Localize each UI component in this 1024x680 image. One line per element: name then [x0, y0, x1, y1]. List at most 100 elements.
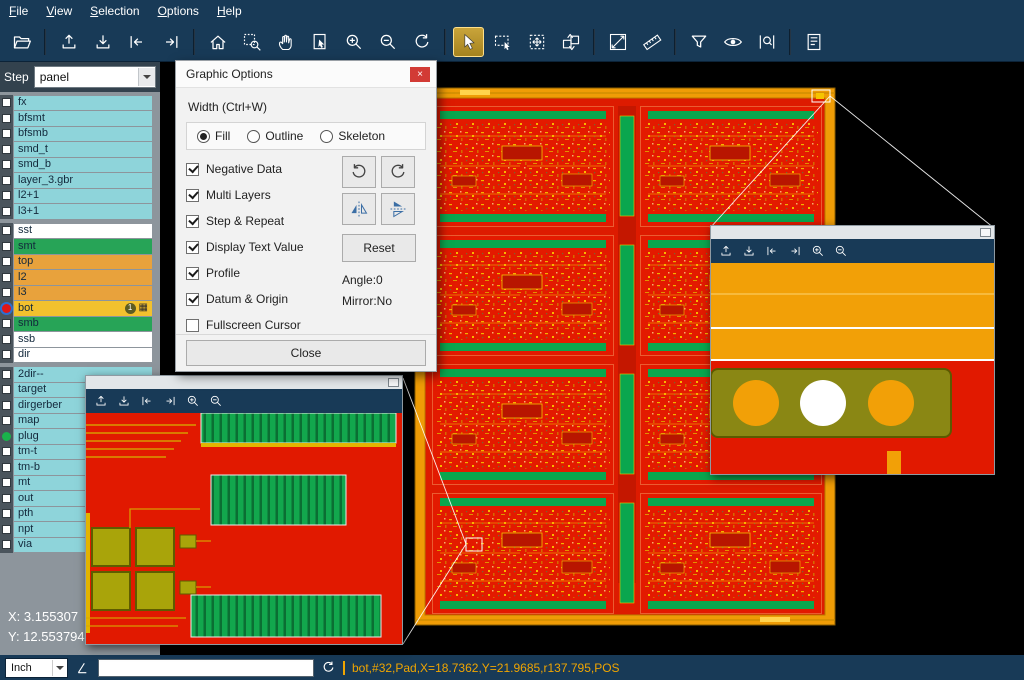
- rotate-cw-button[interactable]: [342, 156, 376, 188]
- rotate-ccw-button[interactable]: [381, 156, 415, 188]
- layer-row-dir[interactable]: dir: [0, 347, 160, 363]
- reset-button[interactable]: Reset: [342, 234, 416, 262]
- prev-step-icon[interactable]: [138, 392, 156, 410]
- layer-visibility-checkbox[interactable]: [0, 285, 13, 301]
- radio-outline[interactable]: Outline: [247, 129, 303, 143]
- layer-visibility-checkbox[interactable]: [0, 398, 13, 414]
- layer-visibility-checkbox[interactable]: [0, 239, 13, 255]
- ruler-icon[interactable]: [636, 27, 667, 57]
- import-step-down-icon[interactable]: [740, 242, 758, 260]
- window-collapse-icon[interactable]: [388, 378, 399, 387]
- highlight-view-icon[interactable]: [717, 27, 748, 57]
- marquee-select-icon[interactable]: [487, 27, 518, 57]
- magnifier-window-2[interactable]: [710, 225, 995, 475]
- layer-row-ssb[interactable]: ssb: [0, 332, 160, 348]
- move-selection-icon[interactable]: [521, 27, 552, 57]
- layer-row-fx[interactable]: fx: [0, 95, 160, 111]
- export-step-up-icon[interactable]: [92, 392, 110, 410]
- magnifier-2-title-bar[interactable]: [711, 226, 994, 239]
- menu-selection[interactable]: Selection: [81, 1, 148, 21]
- magnifier-2-view[interactable]: [711, 263, 994, 474]
- command-input[interactable]: [98, 659, 314, 677]
- grid-icon[interactable]: ▦: [139, 303, 148, 313]
- mirror-horizontal-button[interactable]: [342, 193, 376, 225]
- filter-icon[interactable]: [683, 27, 714, 57]
- refresh-icon[interactable]: [321, 660, 336, 675]
- layer-row-l2-1[interactable]: l2+1: [0, 188, 160, 204]
- layer-row-l2[interactable]: l2: [0, 270, 160, 286]
- layer-row-smd-b[interactable]: smd_b: [0, 157, 160, 173]
- pan-hand-icon[interactable]: [270, 27, 301, 57]
- close-button[interactable]: Close: [186, 340, 426, 366]
- menu-options[interactable]: Options: [149, 1, 208, 21]
- layer-visibility-checkbox[interactable]: [0, 254, 13, 270]
- export-step-up-icon[interactable]: [717, 242, 735, 260]
- home-view-icon[interactable]: [202, 27, 233, 57]
- mirror-vertical-button[interactable]: [381, 193, 415, 225]
- checkbox-profile[interactable]: Profile: [186, 260, 342, 286]
- layer-row-bfsmb[interactable]: bfsmb: [0, 126, 160, 142]
- layer-visibility-checkbox[interactable]: [0, 316, 13, 332]
- layer-visibility-checkbox[interactable]: [0, 270, 13, 286]
- layer-row-l3[interactable]: l3: [0, 285, 160, 301]
- chevron-down-icon[interactable]: [52, 660, 67, 676]
- close-icon[interactable]: ×: [410, 67, 430, 82]
- layer-visibility-checkbox[interactable]: [0, 491, 13, 507]
- layer-row-l3-1[interactable]: l3+1: [0, 204, 160, 220]
- layer-row-smt[interactable]: smt: [0, 239, 160, 255]
- layer-visibility-checkbox[interactable]: [0, 522, 13, 538]
- checkbox-negative-data[interactable]: Negative Data: [186, 156, 342, 182]
- layer-visibility-checkbox[interactable]: [0, 157, 13, 173]
- zoom-in-icon[interactable]: [338, 27, 369, 57]
- layer-visibility-checkbox[interactable]: [0, 126, 13, 142]
- layer-row-smd-t[interactable]: smd_t: [0, 142, 160, 158]
- layer-row-bfsmt[interactable]: bfsmt: [0, 111, 160, 127]
- layer-row-smb[interactable]: smb: [0, 316, 160, 332]
- prev-step-icon[interactable]: [763, 242, 781, 260]
- import-step-down-icon[interactable]: [87, 27, 118, 57]
- checkbox-display-text-value[interactable]: Display Text Value: [186, 234, 342, 260]
- select-sheet-icon[interactable]: [304, 27, 335, 57]
- report-icon[interactable]: [798, 27, 829, 57]
- magnifier-1-title-bar[interactable]: [86, 376, 402, 389]
- next-step-icon[interactable]: [155, 27, 186, 57]
- radio-skeleton[interactable]: Skeleton: [320, 129, 385, 143]
- layer-visibility-checkbox[interactable]: [0, 347, 13, 363]
- checkbox-datum-origin[interactable]: Datum & Origin: [186, 286, 342, 312]
- zoom-window-icon[interactable]: [236, 27, 267, 57]
- export-step-up-icon[interactable]: [53, 27, 84, 57]
- dialog-title-bar[interactable]: Graphic Options ×: [176, 61, 436, 88]
- layer-visibility-checkbox[interactable]: [0, 413, 13, 429]
- next-step-icon[interactable]: [786, 242, 804, 260]
- layer-visibility-checkbox[interactable]: [0, 142, 13, 158]
- zoom-in-icon[interactable]: [184, 392, 202, 410]
- layer-visibility-checkbox[interactable]: [0, 332, 13, 348]
- open-file-icon[interactable]: [6, 27, 37, 57]
- snap-angle-icon[interactable]: [75, 660, 91, 676]
- layer-visibility-checkbox[interactable]: [0, 95, 13, 111]
- chevron-down-icon[interactable]: [138, 68, 155, 86]
- layer-visibility-checkbox[interactable]: [0, 204, 13, 220]
- radio-fill[interactable]: Fill: [197, 129, 230, 143]
- layer-visibility-checkbox[interactable]: [0, 301, 13, 317]
- layer-visibility-checkbox[interactable]: [0, 367, 13, 383]
- next-step-icon[interactable]: [161, 392, 179, 410]
- unit-combobox[interactable]: Inch: [5, 658, 68, 678]
- layer-row-layer-3-gbr[interactable]: layer_3.gbr: [0, 173, 160, 189]
- menu-help[interactable]: Help: [208, 1, 251, 21]
- magnifier-window-1[interactable]: [85, 375, 403, 645]
- window-collapse-icon[interactable]: [980, 228, 991, 237]
- layer-visibility-checkbox[interactable]: [0, 111, 13, 127]
- import-step-down-icon[interactable]: [115, 392, 133, 410]
- layer-visibility-checkbox[interactable]: [0, 188, 13, 204]
- prev-step-icon[interactable]: [121, 27, 152, 57]
- magnifier-1-view[interactable]: [86, 413, 402, 644]
- query-text-icon[interactable]: [751, 27, 782, 57]
- layer-row-sst[interactable]: sst: [0, 223, 160, 239]
- zoom-in-icon[interactable]: [809, 242, 827, 260]
- layer-visibility-checkbox[interactable]: [0, 475, 13, 491]
- layer-visibility-checkbox[interactable]: [0, 382, 13, 398]
- layer-visibility-checkbox[interactable]: [0, 460, 13, 476]
- pointer-tool-icon[interactable]: [453, 27, 484, 57]
- checkbox-multi-layers[interactable]: Multi Layers: [186, 182, 342, 208]
